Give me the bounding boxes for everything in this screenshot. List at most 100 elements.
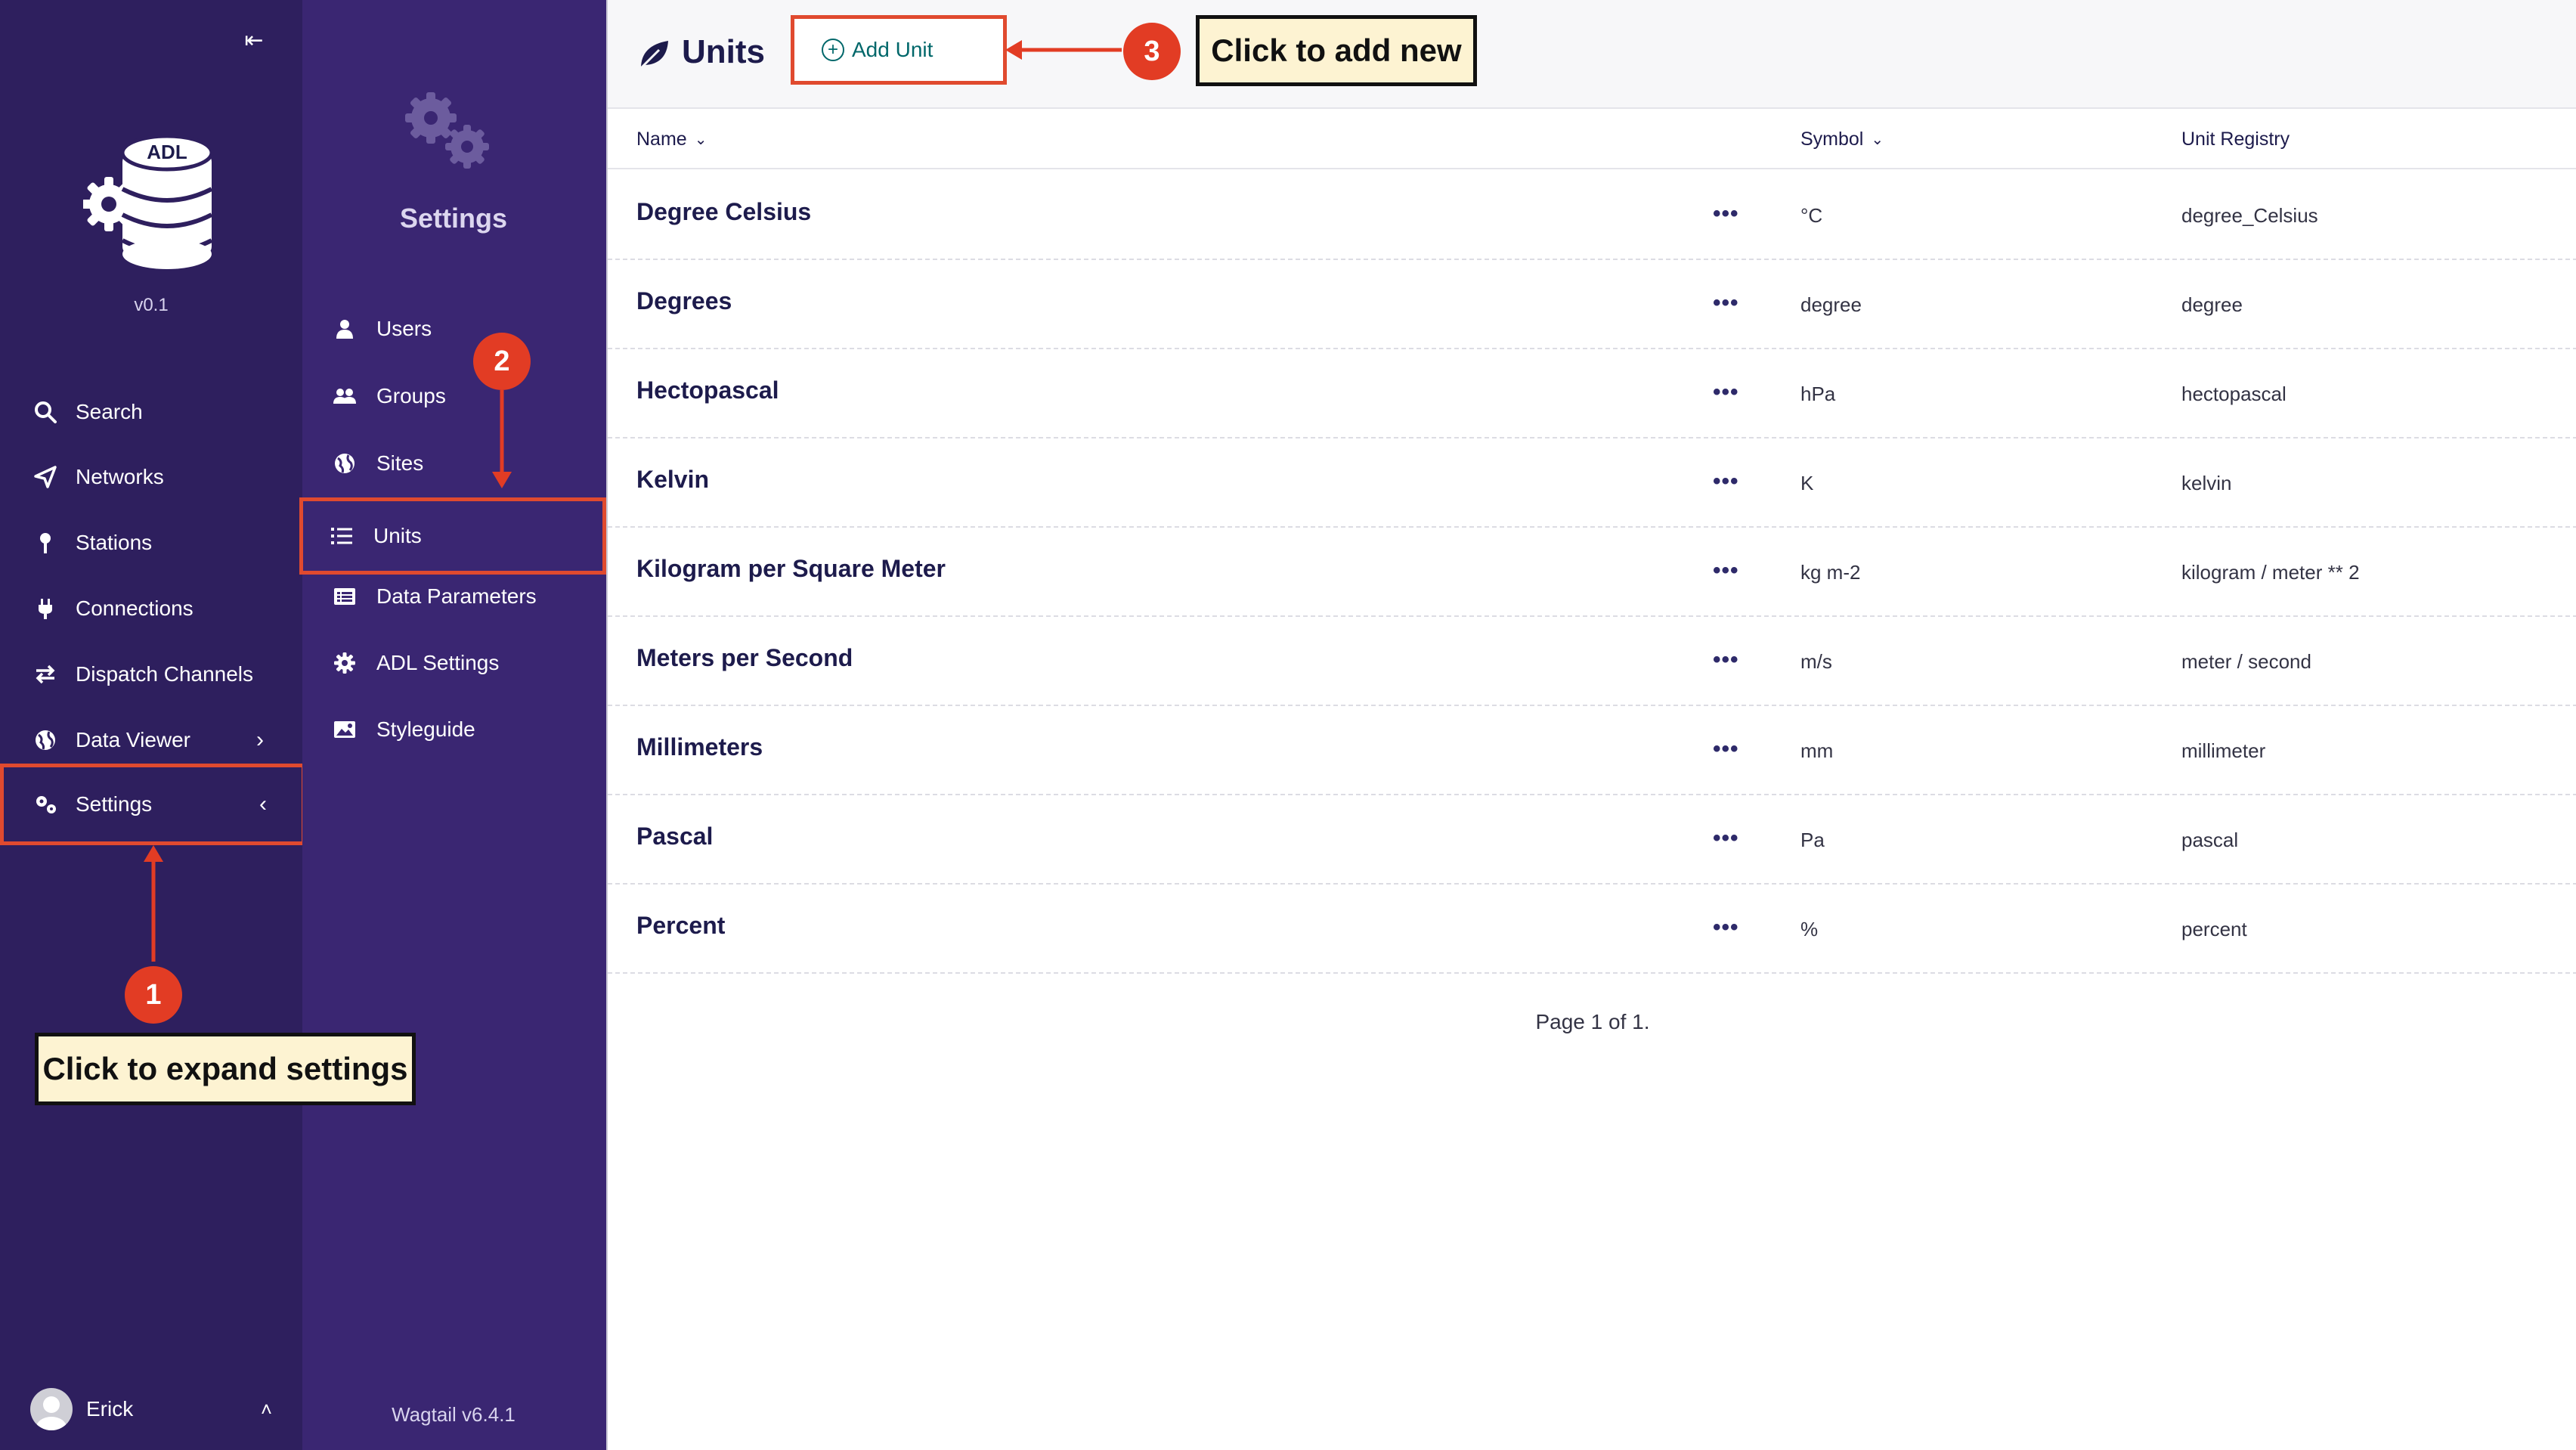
unit-name-link[interactable]: Millimeters — [636, 733, 763, 761]
settings-item-data-parameters[interactable]: Data Parameters — [302, 564, 605, 629]
plus-circle-icon: + — [822, 39, 844, 61]
more-actions-icon[interactable]: ••• — [1713, 290, 1739, 316]
more-actions-icon[interactable]: ••• — [1713, 469, 1739, 494]
sort-icon: ⌄ — [1871, 132, 1884, 148]
unit-symbol: mm — [1800, 739, 1834, 762]
more-actions-icon[interactable]: ••• — [1713, 558, 1739, 584]
table-row: Pascal ••• Pa pascal — [608, 795, 2576, 885]
nav-connections[interactable]: Connections — [0, 576, 302, 641]
add-unit-label: Add Unit — [852, 38, 933, 61]
unit-symbol: °C — [1800, 204, 1823, 227]
settings-item-label: Styleguide — [376, 717, 475, 741]
more-actions-icon[interactable]: ••• — [1713, 647, 1739, 673]
main-content: Units + Add Unit Name ⌄ Symbol ⌄ Unit Re… — [606, 0, 2576, 1450]
paper-plane-icon — [27, 462, 63, 492]
add-unit-button[interactable]: + Add Unit — [791, 15, 1007, 85]
settings-item-adl-settings[interactable]: ADL Settings — [302, 631, 605, 696]
step-badge-3: 3 — [1123, 23, 1181, 80]
callout-add-new: Click to add new — [1196, 15, 1477, 86]
adl-logo: ADL — [83, 134, 214, 269]
user-menu[interactable]: Erick ˄ — [0, 1383, 302, 1435]
step-badge-1: 1 — [125, 966, 182, 1024]
more-actions-icon[interactable]: ••• — [1713, 826, 1739, 851]
settings-item-label: Units — [373, 524, 422, 547]
more-actions-icon[interactable]: ••• — [1713, 915, 1739, 940]
unit-name-link[interactable]: Degrees — [636, 287, 732, 315]
avatar — [30, 1388, 73, 1430]
list-icon — [327, 526, 357, 546]
table-row: Percent ••• % percent — [608, 885, 2576, 974]
unit-symbol: m/s — [1800, 650, 1832, 673]
table-row: Kilogram per Square Meter ••• kg m-2 kil… — [608, 528, 2576, 617]
unit-name-link[interactable]: Kelvin — [636, 466, 709, 494]
unit-name-link[interactable]: Pascal — [636, 823, 713, 850]
cogs-icon — [27, 789, 63, 819]
unit-registry: millimeter — [2181, 739, 2266, 762]
group-icon — [330, 386, 360, 407]
settings-item-users[interactable]: Users — [302, 296, 605, 361]
collapse-sidebar-button[interactable]: ⇤ — [237, 26, 271, 56]
more-actions-icon[interactable]: ••• — [1713, 380, 1739, 405]
column-label: Name — [636, 129, 687, 150]
search-icon — [27, 397, 63, 427]
column-header-symbol[interactable]: Symbol ⌄ — [1800, 129, 1884, 150]
nav-label: Dispatch Channels — [76, 662, 254, 686]
column-header-unit-registry: Unit Registry — [2181, 129, 2290, 150]
settings-item-groups[interactable]: Groups — [302, 364, 605, 429]
table-row: Degrees ••• degree degree — [608, 260, 2576, 349]
sort-icon: ⌄ — [694, 132, 707, 148]
more-actions-icon[interactable]: ••• — [1713, 201, 1739, 227]
nav-settings[interactable]: Settings ‹ — [0, 764, 305, 845]
user-icon — [330, 318, 360, 339]
unit-registry: kilogram / meter ** 2 — [2181, 561, 2360, 584]
app-version: v0.1 — [134, 295, 169, 315]
settings-item-units[interactable]: Units — [299, 497, 606, 575]
globe-icon — [27, 725, 63, 755]
gear-icon — [330, 652, 360, 674]
unit-symbol: K — [1800, 472, 1814, 494]
table-icon — [330, 587, 360, 606]
column-header-name[interactable]: Name ⌄ — [636, 129, 707, 150]
pin-icon — [27, 528, 63, 558]
sidebar: ⇤ ADL v0.1 Search Networks Stations Conn… — [0, 0, 305, 1450]
step-badge-2: 2 — [473, 333, 531, 390]
unit-name-link[interactable]: Percent — [636, 912, 725, 940]
unit-name-link[interactable]: Meters per Second — [636, 644, 853, 672]
unit-registry: meter / second — [2181, 650, 2311, 673]
chevron-up-icon: ˄ — [260, 1397, 272, 1421]
unit-registry: pascal — [2181, 829, 2239, 851]
nav-stations[interactable]: Stations — [0, 510, 302, 575]
settings-item-styleguide[interactable]: Styleguide — [302, 697, 605, 762]
unit-symbol: degree — [1800, 293, 1862, 316]
settings-panel-title: Settings — [399, 203, 507, 234]
settings-item-label: Data Parameters — [376, 584, 537, 608]
unit-registry: percent — [2181, 918, 2247, 940]
nav-search[interactable]: Search — [0, 380, 302, 445]
cogs-icon — [405, 92, 489, 169]
unit-name-link[interactable]: Degree Celsius — [636, 198, 811, 226]
unit-registry: degree_Celsius — [2181, 204, 2318, 227]
unit-symbol: Pa — [1800, 829, 1825, 851]
table-row: Hectopascal ••• hPa hectopascal — [608, 349, 2576, 438]
nav-label: Settings — [76, 792, 153, 816]
settings-item-label: Sites — [376, 451, 424, 475]
unit-name-link[interactable]: Hectopascal — [636, 376, 779, 404]
more-actions-icon[interactable]: ••• — [1713, 736, 1739, 762]
leaf-icon — [639, 41, 668, 70]
unit-symbol: % — [1800, 918, 1819, 940]
settings-item-label: Groups — [376, 384, 446, 407]
page-title: Units — [682, 33, 765, 70]
nav-networks[interactable]: Networks — [0, 445, 302, 510]
unit-symbol: hPa — [1800, 383, 1836, 405]
unit-name-link[interactable]: Kilogram per Square Meter — [636, 555, 946, 583]
column-label: Unit Registry — [2181, 129, 2290, 150]
table-row: Millimeters ••• mm millimeter — [608, 706, 2576, 795]
nav-dispatch-channels[interactable]: Dispatch Channels — [0, 642, 302, 707]
nav-label: Connections — [76, 596, 194, 620]
chevron-right-icon: › — [256, 727, 264, 752]
logo-text: ADL — [147, 141, 187, 163]
table-row: Kelvin ••• K kelvin — [608, 438, 2576, 528]
table-row: Degree Celsius ••• °C degree_Celsius — [608, 171, 2576, 260]
settings-item-sites[interactable]: Sites — [302, 431, 605, 496]
unit-registry: hectopascal — [2181, 383, 2287, 405]
